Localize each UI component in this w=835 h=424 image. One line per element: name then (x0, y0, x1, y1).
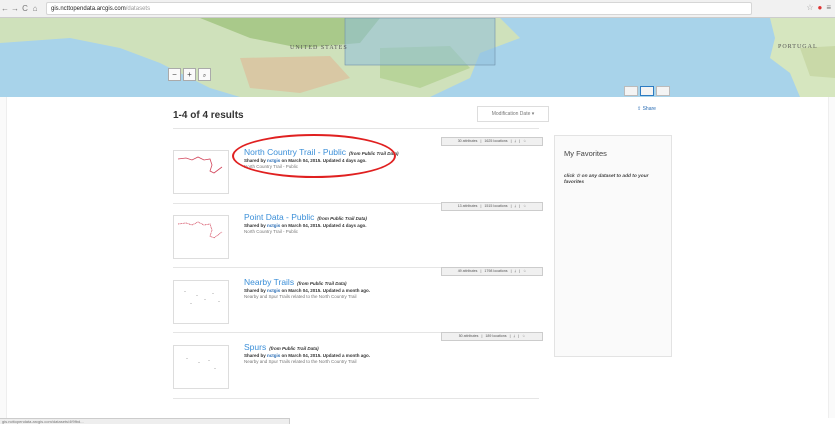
attribute-count: 49 attributes (457, 269, 478, 273)
favorite-star-icon[interactable]: ☆ (523, 138, 526, 145)
attribute-count: 13 attributes (457, 204, 478, 208)
favorite-star-icon[interactable]: ☆ (523, 268, 526, 275)
share-link[interactable]: ⇪ Share (637, 106, 656, 112)
browser-toolbar: ← → C ⌂ gis.ncttopendata.arcgis.com/data… (0, 0, 835, 18)
dataset-thumbnail[interactable] (173, 345, 229, 389)
dataset-map[interactable]: UNITED STATES PORTUGAL − + ⌕ (0, 18, 835, 97)
share-label: Share (642, 106, 656, 112)
home-icon[interactable]: ⌂ (30, 4, 40, 13)
results-count: 1-4 of 4 results (173, 110, 244, 121)
url-path: /datasets (125, 5, 151, 12)
browser-status-bar: gis.ncttopendata.arcgis.com/datasets/4f9… (0, 418, 290, 424)
dataset-thumbnail[interactable] (173, 215, 229, 259)
basemap-switcher (624, 86, 670, 96)
dataset-description: Nearby and Spur Trails related to the No… (244, 294, 357, 299)
location-count: 1515 locations (484, 204, 508, 208)
dataset-source: (from Public Trail Data) (269, 346, 319, 351)
map-zoom-controls: − + ⌕ (168, 68, 211, 81)
download-icon[interactable]: ⤓ (515, 138, 517, 145)
dataset-title: Point Data - Public (244, 212, 315, 222)
basemap-option-3[interactable] (656, 86, 670, 96)
shared-suffix: on March 04, 2015. Updated a month ago. (280, 288, 371, 293)
page-left-gutter (0, 97, 7, 418)
dataset-meta: 49 attributes | 1798 locations | ⤓ | ☆ (441, 267, 543, 276)
dataset-owner-link[interactable]: nctgis (267, 288, 280, 293)
dataset-shared-info: Shared by nctgis on March 04, 2015. Upda… (244, 353, 370, 358)
dataset-description: North Country Trail - Public (244, 229, 299, 234)
dataset-title: Spurs (244, 342, 267, 352)
basemap-option-2[interactable] (640, 86, 654, 96)
location-count: 1625 locations (484, 139, 508, 143)
dataset-source: (from Public Trail Data) (297, 281, 347, 286)
dataset-meta: 13 attributes | 1515 locations | ⤓ | ☆ (441, 202, 543, 211)
spurs-thumbnail (186, 358, 216, 369)
bookmark-star-icon[interactable]: ☆ (806, 3, 813, 12)
highlight-annotation (232, 134, 396, 178)
map-portugal-label: PORTUGAL (778, 44, 818, 50)
shared-suffix: on March 04, 2015. Updated a month ago. (280, 353, 371, 358)
zoom-in-button[interactable]: + (183, 68, 196, 81)
favorites-title: My Favorites (564, 149, 607, 158)
favorite-star-icon[interactable]: ☆ (522, 333, 525, 340)
dataset-meta: 50 attributes | 189 locations | ⤓ | ☆ (441, 332, 543, 341)
search-icon: ⌕ (202, 73, 207, 79)
page-right-gutter (828, 97, 835, 418)
basemap-option-1[interactable] (624, 86, 638, 96)
back-icon[interactable]: ← (0, 4, 10, 13)
dataset-thumbnail[interactable] (173, 150, 229, 194)
location-count: 1798 locations (484, 269, 508, 273)
dataset-thumbnail[interactable] (173, 280, 229, 324)
zoom-out-button[interactable]: − (168, 68, 181, 81)
trail-line-thumbnail (177, 156, 223, 174)
dataset-owner-link[interactable]: nctgis (267, 223, 280, 228)
reload-icon[interactable]: C (20, 4, 30, 13)
favorite-star-icon[interactable]: ☆ (523, 203, 526, 210)
map-country-label: UNITED STATES (290, 45, 348, 51)
favorites-panel: My Favorites click ☆ on any dataset to a… (554, 135, 672, 357)
shared-prefix: Shared by (244, 353, 268, 358)
forward-icon[interactable]: → (10, 4, 20, 13)
download-icon[interactable]: ⤓ (515, 268, 517, 275)
url-host: gis.ncttopendata.arcgis.com (51, 5, 126, 12)
dataset-title-link[interactable]: Nearby Trails (from Public Trail Data) (244, 277, 347, 287)
map-basemap (0, 18, 835, 97)
nearby-trails-thumbnail (184, 291, 220, 304)
dataset-title-link[interactable]: Point Data - Public (from Public Trail Da… (244, 212, 367, 222)
attribute-count: 30 attributes (457, 139, 478, 143)
shared-suffix: on March 04, 2015. Updated 4 days ago. (280, 223, 367, 228)
dataset-shared-info: Shared by nctgis on March 04, 2015. Upda… (244, 288, 370, 293)
extension-icon[interactable]: ● (817, 3, 822, 12)
trail-point-thumbnail (177, 221, 223, 239)
address-bar[interactable]: gis.ncttopendata.arcgis.com/datasets (46, 2, 752, 15)
sort-dropdown[interactable]: Modification Date ▾ (477, 106, 549, 122)
menu-icon[interactable]: ≡ (826, 3, 831, 12)
location-count: 189 locations (485, 334, 507, 338)
dataset-title-link[interactable]: Spurs (from Public Trail Data) (244, 342, 319, 352)
map-search-button[interactable]: ⌕ (198, 68, 211, 81)
dataset-title: Nearby Trails (244, 277, 295, 287)
dataset-source: (from Public Trail Data) (317, 216, 367, 221)
item-divider (173, 398, 539, 399)
dataset-item: 50 attributes | 189 locations | ⤓ | ☆ Spurs (fr… (173, 332, 543, 415)
download-icon[interactable]: ⤓ (514, 333, 516, 340)
results-divider (173, 128, 539, 129)
dataset-description: Nearby and Spur Trails related to the No… (244, 359, 357, 364)
shared-prefix: Shared by (244, 288, 268, 293)
attribute-count: 50 attributes (458, 334, 479, 338)
download-icon[interactable]: ⤓ (515, 203, 517, 210)
dataset-shared-info: Shared by nctgis on March 04, 2015. Upda… (244, 223, 367, 228)
dataset-meta: 30 attributes | 1625 locations | ⤓ | ☆ (441, 137, 543, 146)
favorites-hint: click ☆ on any dataset to add to your fa… (564, 174, 649, 185)
shared-prefix: Shared by (244, 223, 268, 228)
dataset-owner-link[interactable]: nctgis (267, 353, 280, 358)
